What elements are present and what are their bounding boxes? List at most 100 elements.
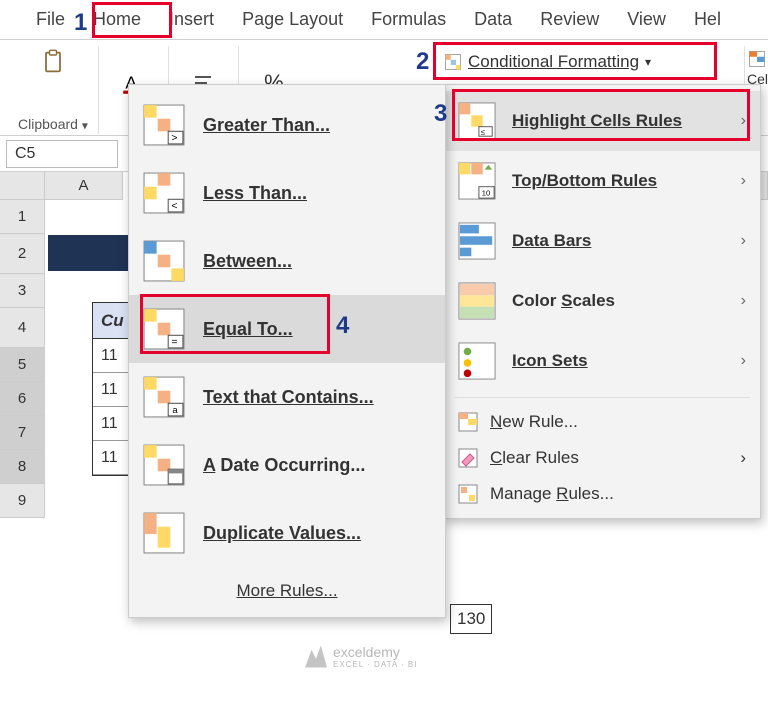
menu-label: Clear Rules [490,448,579,468]
menu-top-bottom-rules[interactable]: 10 Top/Bottom Rules › [444,151,760,211]
table-cell[interactable]: 11 [101,347,118,365]
row-head[interactable]: 5 [0,348,45,382]
menu-separator [454,397,750,398]
clipboard-label: Clipboard [18,116,78,132]
col-head[interactable]: A [45,172,123,200]
data-bars-icon [458,222,496,260]
menu-label: More Rules... [236,581,337,600]
menu-greater-than[interactable]: > Greater Than... [129,91,445,159]
menu-highlight-cells-rules[interactable]: ≤ Highlight Cells Rules › [444,91,760,151]
menu-icon-sets[interactable]: Icon Sets › [444,331,760,391]
name-box[interactable]: C5 [6,140,118,168]
menu-more-rules[interactable]: More Rules... [129,567,445,611]
tab-review[interactable]: Review [526,1,613,38]
menu-new-rule[interactable]: New Rule... [444,404,760,440]
menu-label: Top/Bottom Rules [512,171,657,190]
menu-label: Data Bars [512,231,591,250]
svg-text:<: < [171,200,177,212]
menu-clear-rules[interactable]: Clear Rules › [444,440,760,476]
menu-duplicate-values[interactable]: Duplicate Values... [129,499,445,567]
chevron-right-icon: › [740,448,746,468]
menu-label: Greater Than... [203,115,330,135]
svg-text:a: a [172,405,178,416]
svg-text:>: > [171,132,177,144]
chevron-right-icon: › [741,232,746,250]
color-scales-icon [458,282,496,320]
watermark-icon [305,646,327,668]
menu-manage-rules[interactable]: Manage Rules... [444,476,760,512]
tab-file[interactable]: File [22,1,79,38]
tab-page-layout[interactable]: Page Layout [228,1,357,38]
menu-label: Color Scales [512,291,615,310]
row-head[interactable]: 1 [0,200,45,234]
less-than-icon: < [143,172,185,214]
menu-label: Equal To... [203,319,293,339]
row-head[interactable]: 9 [0,484,45,518]
tab-insert[interactable]: Insert [155,1,228,38]
tab-data[interactable]: Data [460,1,526,38]
watermark-text: exceldemy [333,644,400,660]
paste-button[interactable] [33,46,73,78]
duplicate-values-icon [143,512,185,554]
between-icon [143,240,185,282]
menu-label: New Rule... [490,412,578,432]
row-head[interactable]: 2 [0,234,45,274]
chevron-right-icon: › [741,112,746,130]
table-cell[interactable]: 11 [101,415,118,433]
watermark-sub: EXCEL · DATA · BI [333,660,417,669]
row-head[interactable]: 7 [0,416,45,450]
highlight-cells-icon: ≤ [458,102,496,140]
menu-label: A Date Occurring... [203,455,365,475]
menu-label: Text that Contains... [203,387,374,407]
conditional-formatting-icon [444,53,462,71]
conditional-formatting-menu: ≤ Highlight Cells Rules › 10 Top/Bottom … [443,84,761,519]
ribbon-group-clipboard: Clipboard ▾ [8,46,99,134]
menu-color-scales[interactable]: Color Scales › [444,271,760,331]
menu-label: Less Than... [203,183,307,203]
menu-label: Manage Rules... [490,484,614,504]
highlight-cells-rules-submenu: > Greater Than... < Less Than... Between… [128,84,446,618]
conditional-formatting-button[interactable]: Conditional Formatting ▾ [436,46,659,78]
clipboard-icon [39,48,67,76]
tab-formulas[interactable]: Formulas [357,1,460,38]
menu-text-contains[interactable]: a Text that Contains... [129,363,445,431]
row-head[interactable]: 8 [0,450,45,484]
menu-label: Highlight Cells Rules [512,111,682,130]
greater-than-icon: > [143,104,185,146]
svg-text:10: 10 [482,188,490,197]
chevron-right-icon: › [741,352,746,370]
menu-data-bars[interactable]: Data Bars › [444,211,760,271]
clear-rules-icon [458,448,478,468]
menu-label: Duplicate Values... [203,523,361,543]
watermark: exceldemyEXCEL · DATA · BI [305,644,417,669]
cell-styles-icon [748,50,766,68]
chevron-right-icon: › [741,172,746,190]
ribbon-tabs: File Home Insert Page Layout Formulas Da… [0,0,768,40]
row-head[interactable]: 6 [0,382,45,416]
manage-rules-icon [458,484,478,504]
table-cell[interactable]: 11 [101,449,118,467]
chevron-down-icon: ▾ [82,118,88,132]
select-all-corner[interactable] [0,172,45,200]
tab-help[interactable]: Hel [680,1,735,38]
menu-equal-to[interactable]: = Equal To... [129,295,445,363]
top-bottom-icon: 10 [458,162,496,200]
table-header: Cu [101,311,124,331]
menu-less-than[interactable]: < Less Than... [129,159,445,227]
tab-home[interactable]: Home [79,1,155,38]
menu-label: Between... [203,251,292,271]
table-cell[interactable]: 11 [101,381,118,399]
row-head[interactable]: 4 [0,308,45,348]
chevron-right-icon: › [741,292,746,310]
row-head[interactable]: 3 [0,274,45,308]
chevron-down-icon: ▾ [645,55,651,69]
table-cell[interactable]: 130 [450,604,492,634]
menu-between[interactable]: Between... [129,227,445,295]
menu-date-occurring[interactable]: A Date Occurring... [129,431,445,499]
text-contains-icon: a [143,376,185,418]
conditional-formatting-label: Conditional Formatting [468,52,639,72]
menu-label: Icon Sets [512,351,588,370]
tab-view[interactable]: View [613,1,680,38]
icon-sets-icon [458,342,496,380]
date-occurring-icon [143,444,185,486]
